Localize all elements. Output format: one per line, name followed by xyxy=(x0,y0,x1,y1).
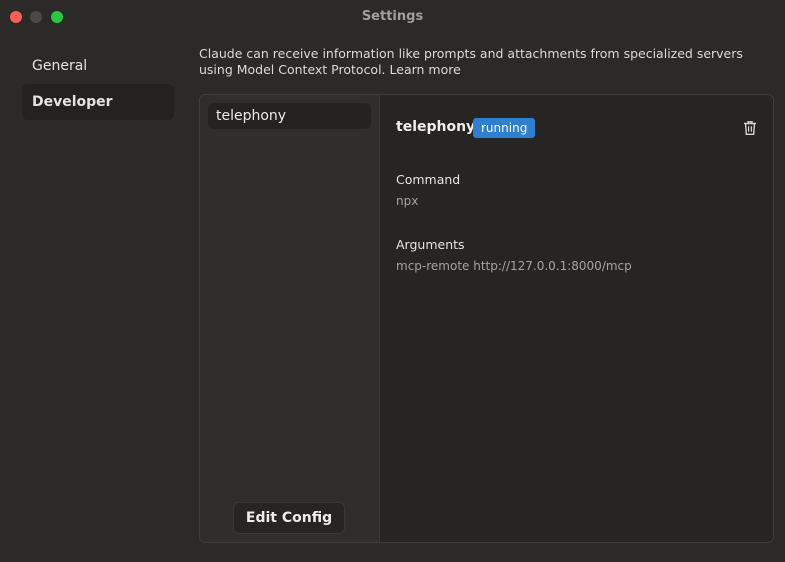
trash-icon[interactable] xyxy=(743,120,757,136)
command-label: Command xyxy=(396,172,461,187)
server-detail: telephony running Command npx Arguments … xyxy=(396,95,773,542)
edit-config-button[interactable]: Edit Config xyxy=(233,502,345,534)
mcp-servers-panel: telephony Edit Config telephony running … xyxy=(199,94,774,543)
status-badge: running xyxy=(473,118,536,138)
server-name: telephony xyxy=(396,119,476,135)
learn-more-link[interactable]: Learn more xyxy=(390,62,461,77)
description-text: Claude can receive information like prom… xyxy=(199,46,743,77)
server-list: telephony Edit Config xyxy=(200,95,380,542)
command-value: npx xyxy=(396,194,419,208)
settings-nav: General Developer xyxy=(22,48,174,120)
arguments-label: Arguments xyxy=(396,237,465,252)
nav-item-general[interactable]: General xyxy=(22,48,174,84)
title-bar: Settings xyxy=(0,0,785,34)
window-title: Settings xyxy=(361,9,424,24)
arguments-value: mcp-remote http://127.0.0.1:8000/mcp xyxy=(396,259,632,273)
settings-window: Settings General Developer Claude can re… xyxy=(0,0,785,562)
server-item-telephony[interactable]: telephony xyxy=(208,103,371,129)
developer-description: Claude can receive information like prom… xyxy=(199,46,769,78)
nav-item-developer[interactable]: Developer xyxy=(22,84,174,120)
